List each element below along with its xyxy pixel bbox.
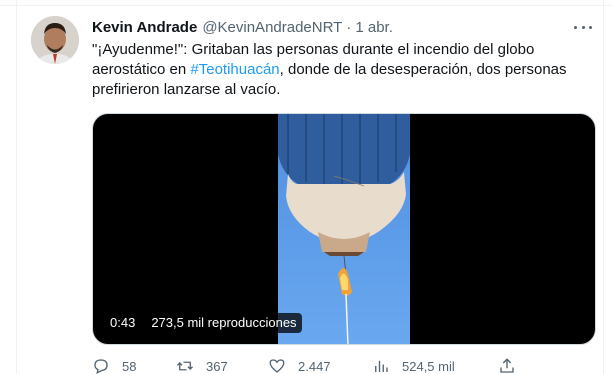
retweet-icon xyxy=(177,361,193,371)
author-name[interactable]: Kevin Andrade xyxy=(92,19,197,36)
retweet-count: 367 xyxy=(206,358,228,374)
heart-icon xyxy=(269,359,285,373)
balloon-video-still xyxy=(278,114,410,344)
views-chart-icon xyxy=(375,360,388,372)
left-border xyxy=(16,0,17,374)
views-button[interactable]: 524,5 mil xyxy=(372,357,455,374)
retweet-button[interactable]: 367 xyxy=(176,357,228,374)
video-duration: 0:43 xyxy=(105,313,141,333)
author-handle[interactable]: @KevinAndradeNRT xyxy=(202,19,342,36)
hashtag-link[interactable]: #Teotihuacán xyxy=(190,61,279,78)
tweet-text: "¡Ayudenme!": Gritaban las personas dura… xyxy=(92,40,592,100)
tweet-header: Kevin Andrade @KevinAndradeNRT · 1 abr. xyxy=(92,17,393,37)
tweet-date[interactable]: 1 abr. xyxy=(355,19,393,36)
reply-button[interactable]: 58 xyxy=(92,357,136,374)
top-divider xyxy=(0,0,612,6)
tweet-card[interactable]: Kevin Andrade @KevinAndradeNRT · 1 abr. … xyxy=(0,0,612,374)
like-button[interactable]: 2.447 xyxy=(268,357,331,374)
avatar[interactable] xyxy=(31,16,79,64)
views-count: 524,5 mil xyxy=(402,358,455,374)
more-options-icon[interactable] xyxy=(574,18,592,36)
avatar-image xyxy=(31,16,79,64)
reply-count: 58 xyxy=(122,358,137,374)
share-icon xyxy=(500,358,514,373)
video-player[interactable]: 0:43 273,5 mil reproducciones xyxy=(92,113,596,345)
video-overlay: 0:43 273,5 mil reproducciones xyxy=(105,313,302,333)
separator-dot: · xyxy=(346,18,352,36)
video-frame xyxy=(278,114,410,344)
right-border xyxy=(603,0,604,374)
share-button[interactable] xyxy=(498,357,516,374)
tweet-actions: 58 367 2.447 524,5 mil xyxy=(92,357,592,374)
like-count: 2.447 xyxy=(298,358,331,374)
reply-icon xyxy=(94,359,108,374)
video-views: 273,5 mil reproducciones xyxy=(146,313,302,333)
